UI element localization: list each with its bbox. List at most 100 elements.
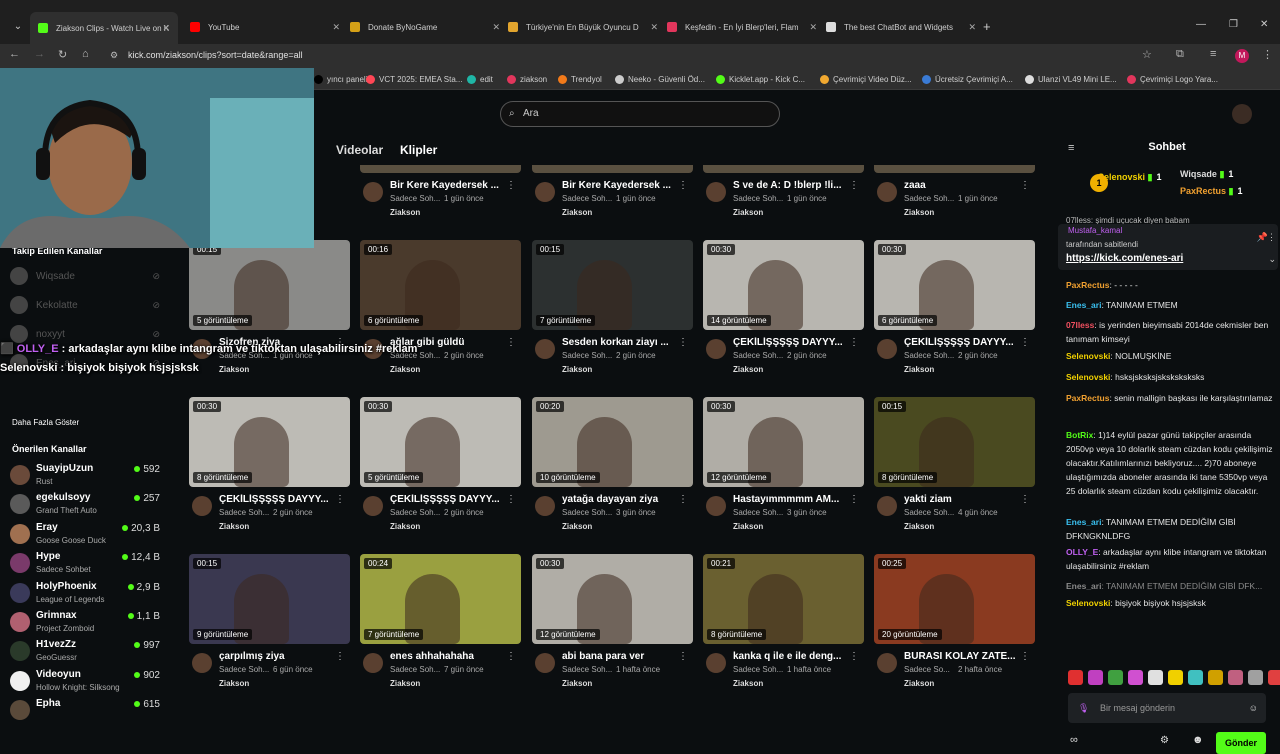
minimize-icon[interactable]: —	[1196, 19, 1206, 30]
back-icon[interactable]: ←	[9, 48, 20, 60]
emote-icon[interactable]	[1128, 670, 1143, 685]
browser-tab[interactable]: YouTube ✕	[190, 17, 340, 37]
clip-title[interactable]: Bir Kere Kayedersek ...	[390, 180, 510, 191]
chat-username[interactable]: PaxRectus	[1066, 393, 1109, 403]
clip-thumbnail[interactable]: 00:30 8 görüntüleme	[189, 397, 350, 487]
channel-avatar[interactable]	[363, 653, 383, 673]
clip-channel[interactable]: Ziakson	[733, 679, 763, 688]
clip-menu-icon[interactable]: ⋮	[678, 180, 688, 191]
clip-channel[interactable]: Ziakson	[390, 679, 420, 688]
clip-menu-icon[interactable]: ⋮	[849, 651, 859, 662]
profile-avatar[interactable]: M	[1235, 49, 1249, 63]
bookmark-item[interactable]: Çevrimiçi Video Düz...	[820, 75, 912, 84]
channel-avatar[interactable]	[535, 496, 555, 516]
clip-channel[interactable]: Ziakson	[562, 679, 592, 688]
bookmark-item[interactable]: edit	[467, 75, 493, 84]
channel-avatar[interactable]	[877, 182, 897, 202]
clip-thumbnail-partial[interactable]	[532, 165, 693, 173]
site-info-icon[interactable]: ⚙	[110, 50, 118, 61]
browser-tab[interactable]: Donate ByNoGame ✕	[350, 17, 500, 37]
clip-thumbnail[interactable]: 00:20 10 görüntüleme	[532, 397, 693, 487]
clip-channel[interactable]: Ziakson	[562, 365, 592, 374]
tab-close-icon[interactable]: ✕	[332, 22, 340, 33]
clip-title[interactable]: ÇEKİLİŞŞŞŞŞ DAYYY...	[219, 494, 339, 505]
recommended-channel[interactable]: Grimnax Project Zomboid 1,1 B	[10, 609, 160, 637]
chat-username[interactable]: Selenovski	[1066, 351, 1110, 361]
emote-icon[interactable]	[1168, 670, 1183, 685]
chat-settings-icon[interactable]: ⚙	[1160, 735, 1169, 746]
forward-icon[interactable]: →	[34, 48, 45, 60]
clip-thumbnail-partial[interactable]	[703, 165, 864, 173]
emote-icon[interactable]	[1268, 670, 1280, 685]
bookmark-item[interactable]: VCT 2025: EMEA Sta...	[366, 75, 462, 84]
channel-avatar[interactable]	[535, 182, 555, 202]
emote-icon[interactable]	[1188, 670, 1203, 685]
clip-thumbnail-partial[interactable]	[874, 165, 1035, 173]
clip-menu-icon[interactable]: ⋮	[1020, 651, 1030, 662]
clip-menu-icon[interactable]: ⋮	[1020, 180, 1030, 191]
clip-menu-icon[interactable]: ⋮	[506, 337, 516, 348]
clip-menu-icon[interactable]: ⋮	[678, 651, 688, 662]
emote-icon[interactable]	[1208, 670, 1223, 685]
clip-title[interactable]: Bir Kere Kayedersek ...	[562, 180, 682, 191]
clip-thumbnail[interactable]: 00:30 14 görüntüleme	[703, 240, 864, 330]
bookmark-star-icon[interactable]: ☆	[1142, 48, 1152, 61]
channel-avatar[interactable]	[363, 496, 383, 516]
clip-channel[interactable]: Ziakson	[219, 679, 249, 688]
pinned-link[interactable]: https://kick.com/enes-ari	[1066, 253, 1183, 264]
clip-title[interactable]: zaaa	[904, 180, 1024, 191]
recommended-channel[interactable]: Hype Sadece Sohbet 12,4 B	[10, 550, 160, 578]
bookmark-item[interactable]: Ücretsiz Çevrimiçi A...	[922, 75, 1013, 84]
clip-thumbnail[interactable]: 00:15 8 görüntüleme	[874, 397, 1035, 487]
emoji-icon[interactable]: ☺	[1249, 693, 1258, 723]
clip-menu-icon[interactable]: ⋮	[849, 180, 859, 191]
followed-channel[interactable]: Kekolatte ⊘	[10, 294, 160, 316]
clip-channel[interactable]: Ziakson	[904, 522, 934, 531]
channel-avatar[interactable]	[706, 653, 726, 673]
bookmark-item[interactable]: Kicklet.app - Kick C...	[716, 75, 805, 84]
clip-menu-icon[interactable]: ⋮	[678, 337, 688, 348]
pin-menu-icon[interactable]: ⋮	[1267, 232, 1276, 243]
channel-avatar[interactable]	[877, 496, 897, 516]
chat-username[interactable]: Selenovski	[1066, 598, 1110, 608]
menu-icon[interactable]: ⋮	[1262, 48, 1273, 61]
clip-channel[interactable]: Ziakson	[733, 208, 763, 217]
emote-icon[interactable]	[1088, 670, 1103, 685]
tab-close-icon[interactable]: ✕	[650, 22, 658, 33]
clip-title[interactable]: Sesden korkan ziayı ...	[562, 337, 682, 348]
extensions-icon[interactable]: ⧉	[1176, 48, 1184, 61]
clip-title[interactable]: yatağa dayayan ziya	[562, 494, 682, 505]
recommended-channel[interactable]: Epha 615	[10, 697, 160, 725]
clip-title[interactable]: ÇEKİLİŞŞŞŞŞ DAYYY...	[733, 337, 853, 348]
clip-title[interactable]: enes ahhahahaha	[390, 651, 510, 662]
home-icon[interactable]: ⌂	[82, 48, 89, 60]
bookmark-item[interactable]: ziakson	[507, 75, 547, 84]
media-icon[interactable]: ≡	[1210, 48, 1216, 60]
close-window-icon[interactable]: ✕	[1260, 19, 1268, 30]
chat-username[interactable]: Selenovski	[1066, 372, 1110, 382]
tab-close-icon[interactable]: ✕	[968, 22, 976, 33]
clip-menu-icon[interactable]: ⋮	[506, 494, 516, 505]
recommended-channel[interactable]: Videoyun Hollow Knight: Silksong 902	[10, 668, 160, 696]
channel-avatar[interactable]	[535, 339, 555, 359]
bookmark-item[interactable]: Çevrimiçi Logo Yara...	[1127, 75, 1218, 84]
chat-username[interactable]: OLLY_E	[1066, 547, 1098, 557]
clip-thumbnail[interactable]: 00:30 6 görüntüleme	[874, 240, 1035, 330]
clip-channel[interactable]: Ziakson	[733, 365, 763, 374]
bookmark-item[interactable]: Trendyol	[558, 75, 602, 84]
clip-channel[interactable]: Ziakson	[390, 522, 420, 531]
browser-tab[interactable]: The best ChatBot and Widgets ✕	[826, 17, 976, 37]
channel-avatar[interactable]	[877, 653, 897, 673]
clip-thumbnail[interactable]: 00:30 12 görüntüleme	[703, 397, 864, 487]
clip-channel[interactable]: Ziakson	[562, 208, 592, 217]
clip-channel[interactable]: Ziakson	[733, 522, 763, 531]
browser-tab[interactable]: Türkiye'nin En Büyük Oyuncu D ✕	[508, 17, 658, 37]
browser-tab[interactable]: Ziakson Clips - Watch Live on K ✕	[30, 12, 178, 44]
clip-thumbnail[interactable]: 00:15 5 görüntüleme	[189, 240, 350, 330]
clip-menu-icon[interactable]: ⋮	[678, 494, 688, 505]
show-more-link[interactable]: Daha Fazla Göster	[12, 418, 79, 427]
clip-thumbnail[interactable]: 00:15 7 görüntüleme	[532, 240, 693, 330]
clip-menu-icon[interactable]: ⋮	[335, 651, 345, 662]
clip-thumbnail[interactable]: 00:21 8 görüntüleme	[703, 554, 864, 644]
clip-channel[interactable]: Ziakson	[562, 522, 592, 531]
